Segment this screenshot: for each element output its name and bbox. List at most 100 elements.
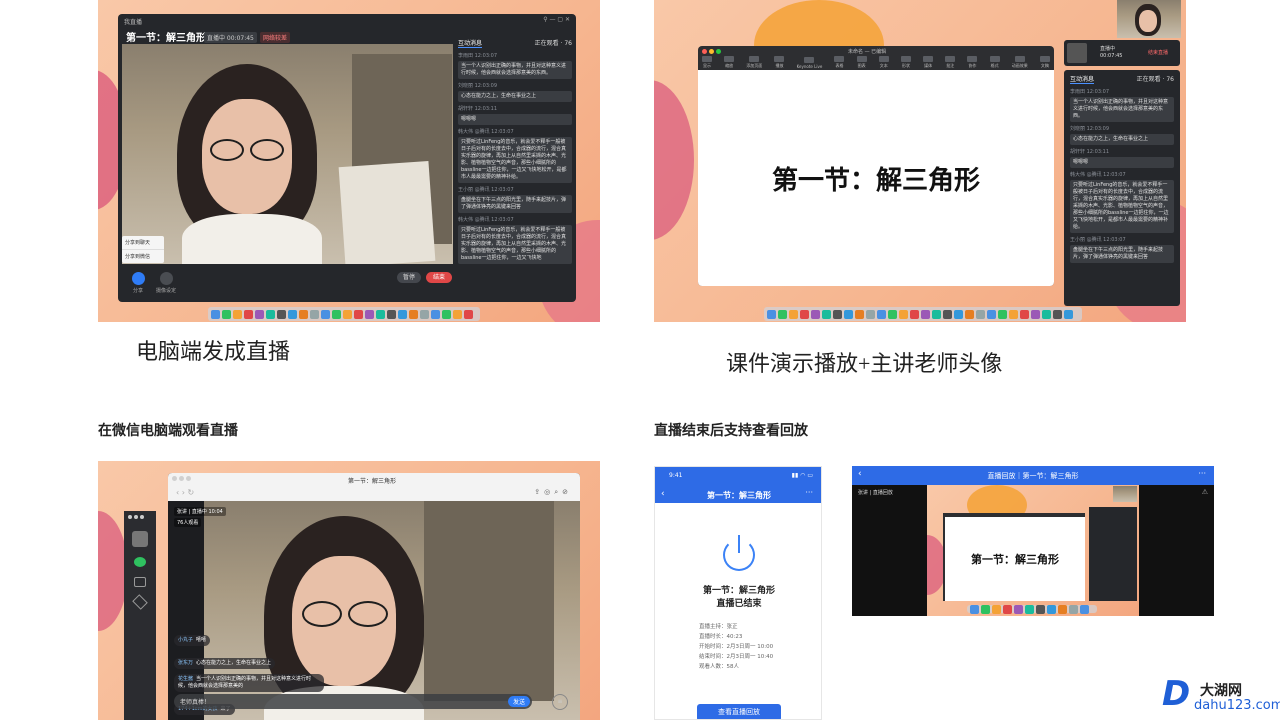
- dock-app-icon[interactable]: [266, 309, 275, 319]
- toolbar-item[interactable]: 添加页面: [746, 56, 762, 69]
- dock-app-icon[interactable]: [398, 309, 407, 319]
- dock-app-icon[interactable]: [453, 309, 462, 319]
- dock-app-icon[interactable]: [365, 309, 374, 319]
- toolbar-item[interactable]: 图表: [856, 56, 867, 69]
- dock-app-icon[interactable]: [910, 309, 919, 319]
- dock-app-icon[interactable]: [998, 309, 1007, 319]
- dock-app-icon[interactable]: [888, 309, 897, 319]
- end-live-button[interactable]: 结束直播: [1148, 49, 1168, 56]
- tab-viewers[interactable]: 正在观看 · 76: [535, 38, 572, 48]
- dock-app-icon[interactable]: [877, 309, 886, 319]
- dock-app-icon[interactable]: [899, 309, 908, 319]
- dock-app-icon[interactable]: [299, 309, 308, 319]
- dock-app-icon[interactable]: [1053, 309, 1062, 319]
- dock-app-icon[interactable]: [1009, 309, 1018, 319]
- pause-button[interactable]: 暂停: [397, 272, 421, 283]
- dock-app-icon[interactable]: [244, 309, 253, 319]
- dock-app-icon[interactable]: [833, 309, 842, 319]
- dock-app-icon[interactable]: [954, 309, 963, 319]
- toolbar-icons[interactable]: ⇪◎⌕⊘: [534, 488, 572, 497]
- toolbar-item[interactable]: 缩放: [724, 56, 735, 69]
- dock-app-icon[interactable]: [376, 309, 385, 319]
- dock-app-icon[interactable]: [855, 309, 864, 319]
- dock-app-icon[interactable]: [288, 309, 297, 319]
- dock-app-icon[interactable]: [1047, 604, 1056, 614]
- more-options-icon[interactable]: ≡: [552, 694, 568, 710]
- dock-app-icon[interactable]: [464, 309, 473, 319]
- dock-app-icon[interactable]: [442, 309, 451, 319]
- more-icon[interactable]: ···: [1198, 469, 1206, 478]
- dock-app-icon[interactable]: [1080, 604, 1089, 614]
- share-button[interactable]: [132, 272, 145, 285]
- dock-app-icon[interactable]: [321, 309, 330, 319]
- favorites-icon[interactable]: [132, 594, 148, 610]
- end-button[interactable]: 结束: [426, 272, 452, 283]
- window-controls[interactable]: ⚲ — ▢ ✕: [543, 16, 570, 23]
- dock-app-icon[interactable]: [431, 309, 440, 319]
- toolbar-item[interactable]: 播放: [774, 56, 785, 69]
- dock-app-icon[interactable]: [981, 604, 990, 614]
- dock-app-icon[interactable]: [409, 309, 418, 319]
- dock-app-icon[interactable]: [767, 309, 776, 319]
- dock-app-icon[interactable]: [987, 309, 996, 319]
- dock-app-icon[interactable]: [1042, 309, 1051, 319]
- share-to-chat[interactable]: 分享到聊天: [122, 236, 164, 250]
- view-replay-button[interactable]: 查看直播回放: [697, 704, 781, 719]
- warning-icon[interactable]: ⚠: [1202, 488, 1208, 496]
- dock-app-icon[interactable]: [420, 309, 429, 319]
- dock-app-icon[interactable]: [1003, 604, 1012, 614]
- dock-app-icon[interactable]: [1031, 309, 1040, 319]
- dock-app-icon[interactable]: [844, 309, 853, 319]
- toolbar-item[interactable]: 文本: [878, 56, 889, 69]
- dock-app-icon[interactable]: [222, 309, 231, 319]
- dock-app-icon[interactable]: [1025, 604, 1034, 614]
- dock-app-icon[interactable]: [233, 309, 242, 319]
- dock-app-icon[interactable]: [811, 309, 820, 319]
- dock-app-icon[interactable]: [943, 309, 952, 319]
- dock-app-icon[interactable]: [1036, 604, 1045, 614]
- dock-app-icon[interactable]: [332, 309, 341, 319]
- share-to-wechat[interactable]: 分享到微信: [122, 250, 164, 263]
- send-button[interactable]: 发送: [507, 696, 530, 707]
- camera-settings-button[interactable]: [160, 272, 173, 285]
- dock-app-icon[interactable]: [778, 309, 787, 319]
- toolbar-item[interactable]: 媒体: [923, 56, 934, 69]
- dock-app-icon[interactable]: [800, 309, 809, 319]
- avatar[interactable]: [132, 531, 148, 547]
- comment-input[interactable]: 老师真棒！ 发送: [174, 694, 532, 709]
- dock-app-icon[interactable]: [211, 309, 220, 319]
- dock-app-icon[interactable]: [970, 604, 979, 614]
- dock-app-icon[interactable]: [921, 309, 930, 319]
- dock-app-icon[interactable]: [387, 309, 396, 319]
- tab-viewers[interactable]: 正在观看 · 76: [1137, 74, 1174, 84]
- tab-messages[interactable]: 互动消息: [458, 38, 483, 48]
- dock-app-icon[interactable]: [976, 309, 985, 319]
- dock-app-icon[interactable]: [965, 309, 974, 319]
- dock-app-icon[interactable]: [1064, 309, 1073, 319]
- toolbar-item[interactable]: 文稿: [1039, 56, 1050, 69]
- dock-app-icon[interactable]: [932, 309, 941, 319]
- dock-app-icon[interactable]: [789, 309, 798, 319]
- dock-app-icon[interactable]: [1014, 604, 1023, 614]
- dock-app-icon[interactable]: [822, 309, 831, 319]
- dock-app-icon[interactable]: [992, 604, 1001, 614]
- more-icon[interactable]: ···: [805, 488, 813, 497]
- nav-back-icon[interactable]: ‹ › ↻: [176, 488, 194, 497]
- dock-app-icon[interactable]: [1069, 604, 1078, 614]
- dock-app-icon[interactable]: [354, 309, 363, 319]
- dock-app-icon[interactable]: [310, 309, 319, 319]
- dock-app-icon[interactable]: [866, 309, 875, 319]
- toolbar-item[interactable]: 动画效果: [1012, 56, 1028, 69]
- toolbar-item[interactable]: 显示: [702, 56, 712, 69]
- toolbar-item[interactable]: 格式: [989, 56, 1000, 69]
- tab-messages[interactable]: 互动消息: [1070, 74, 1095, 84]
- dock-app-icon[interactable]: [255, 309, 264, 319]
- toolbar-item[interactable]: 协作: [967, 56, 978, 69]
- dock-app-icon[interactable]: [1020, 309, 1029, 319]
- contacts-icon[interactable]: [134, 577, 146, 587]
- dock-app-icon[interactable]: [343, 309, 352, 319]
- toolbar-item[interactable]: 批注: [945, 56, 956, 69]
- toolbar-item[interactable]: 形状: [900, 56, 911, 69]
- dock-app-icon[interactable]: [1058, 604, 1067, 614]
- chat-icon[interactable]: [134, 557, 146, 567]
